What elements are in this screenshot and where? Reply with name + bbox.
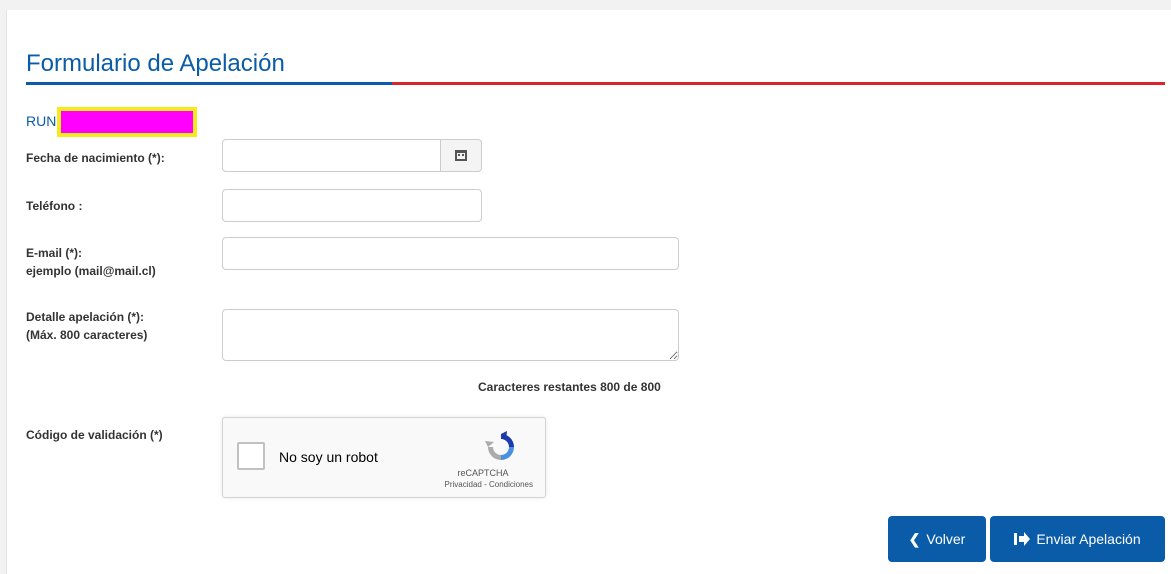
recaptcha-brand: reCAPTCHA — [457, 468, 509, 478]
fecha-label: Fecha de nacimiento (*): — [26, 149, 165, 167]
recaptcha-icon — [485, 431, 514, 460]
recaptcha-label: No soy un robot — [279, 449, 378, 465]
chevron-left-icon: ❮ — [908, 530, 921, 547]
fecha-label-text: Fecha de nacimiento (*): — [26, 151, 165, 165]
birthdate-input[interactable] — [222, 139, 441, 172]
recaptcha-checkbox[interactable] — [237, 442, 265, 470]
back-button-label: Volver — [926, 531, 966, 547]
detalle-label-text: Detalle apelación (*): — [26, 310, 145, 324]
calendar-button[interactable] — [440, 139, 482, 172]
title-divider-blue — [26, 82, 392, 85]
detalle-label: Detalle apelación (*): (Máx. 800 caracte… — [26, 308, 147, 344]
email-label: E-mail (*): ejemplo (mail@mail.cl) — [26, 244, 156, 280]
telefono-label: Teléfono : — [26, 197, 82, 215]
codigo-label-text: Código de validación (*) — [26, 428, 163, 442]
back-button[interactable]: ❮ Volver — [888, 516, 986, 562]
send-icon — [1014, 532, 1031, 546]
send-appeal-button[interactable]: Enviar Apelación — [990, 516, 1165, 562]
page-title: Formulario de Apelación — [26, 50, 285, 77]
codigo-label: Código de validación (*) — [26, 426, 163, 444]
run-label: RUN: — [26, 113, 61, 129]
detail-textarea[interactable] — [222, 309, 679, 361]
email-hint-text: ejemplo (mail@mail.cl) — [26, 264, 156, 278]
run-value-redacted — [57, 107, 197, 137]
telefono-label-text: Teléfono : — [26, 199, 83, 213]
recaptcha-widget: No soy un robot reCAPTCHA Privacidad - C… — [222, 417, 546, 498]
phone-input[interactable] — [222, 189, 482, 222]
send-button-label: Enviar Apelación — [1036, 531, 1141, 547]
email-label-text: E-mail (*): — [26, 246, 83, 260]
detalle-hint-text: (Máx. 800 caracteres) — [26, 328, 148, 342]
title-divider-red — [392, 82, 1165, 85]
calendar-icon — [455, 150, 467, 161]
email-input[interactable] — [222, 237, 679, 270]
recaptcha-links[interactable]: Privacidad - Condiciones — [445, 480, 534, 489]
form-panel — [6, 10, 1171, 574]
character-counter: Caracteres restantes 800 de 800 — [478, 380, 661, 394]
